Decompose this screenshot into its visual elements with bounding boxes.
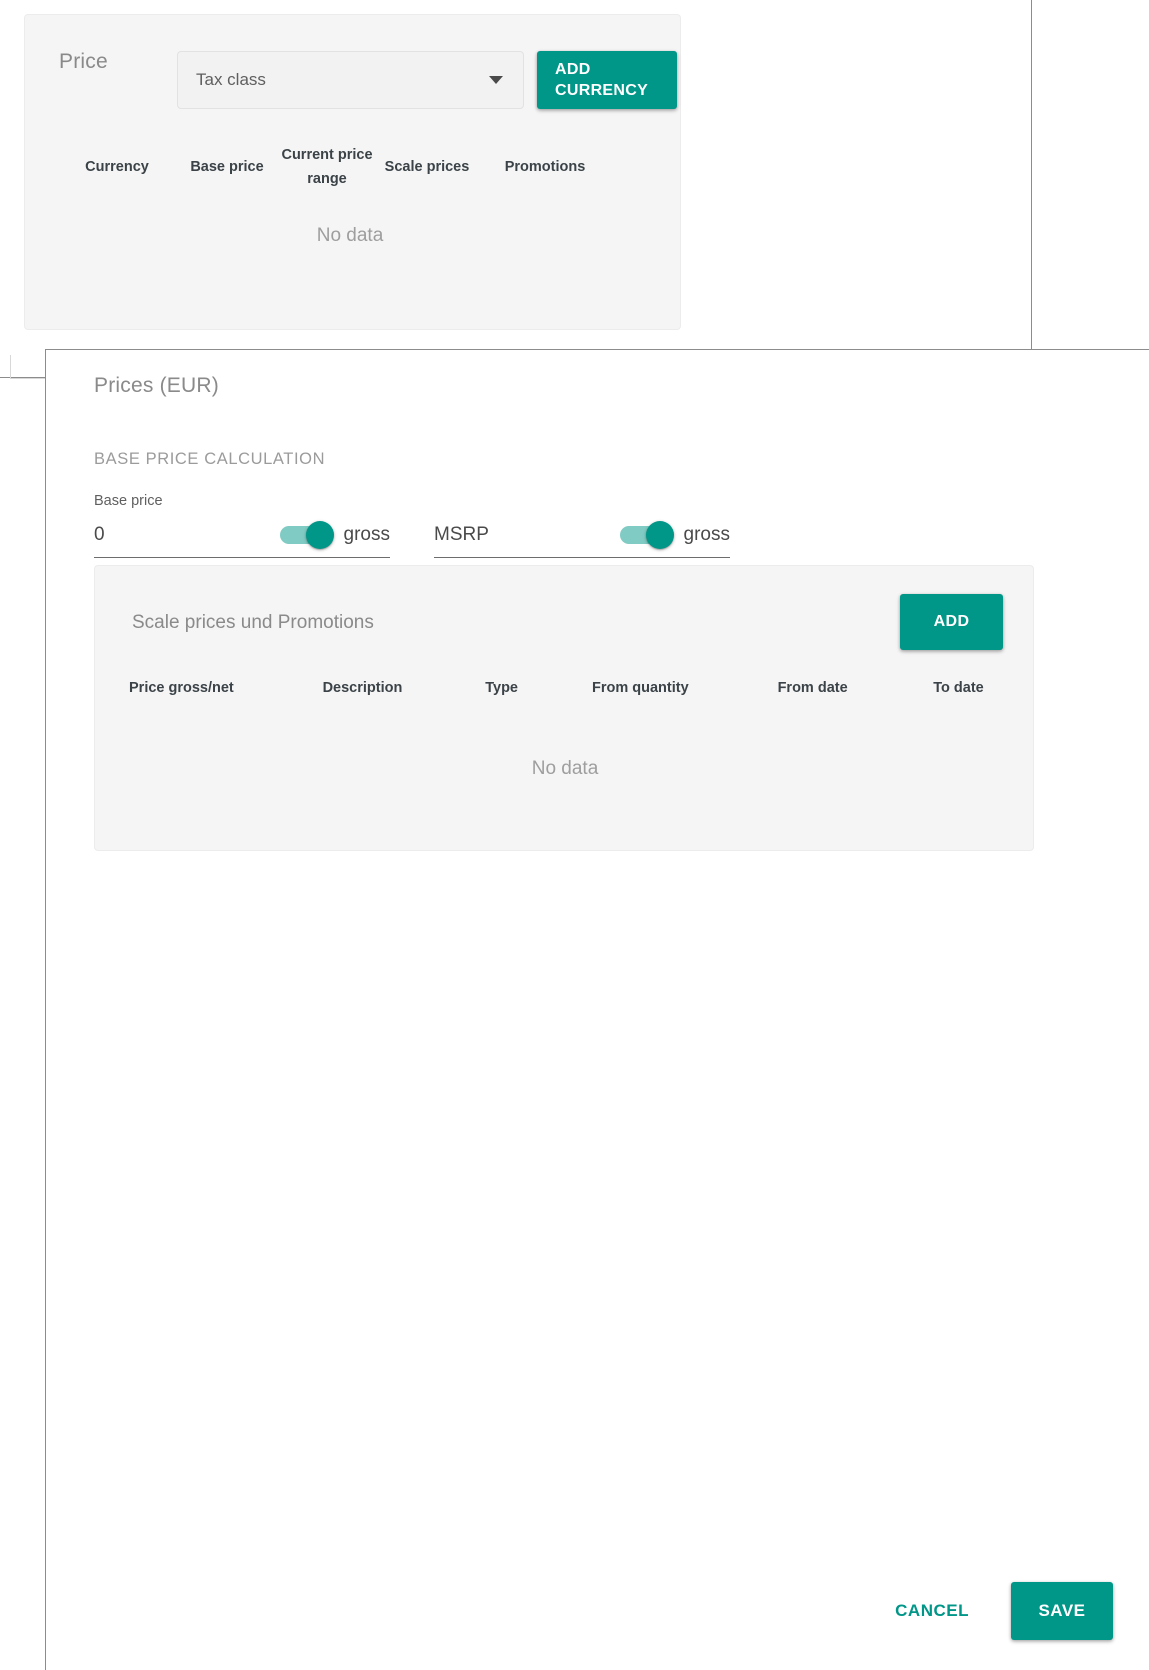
dialog-footer: CANCEL SAVE <box>46 1580 1149 1642</box>
column-header-from-quantity: From quantity <box>591 680 689 696</box>
base-price-gross-toggle[interactable] <box>279 521 334 549</box>
currency-table-empty-state: No data <box>316 225 384 246</box>
base-price-input[interactable]: 0 <box>94 524 280 546</box>
column-header-scale-prices: Scale prices <box>384 159 470 175</box>
section-heading-base-price-calculation: BASE PRICE CALCULATION <box>94 450 326 468</box>
column-header-description: Description <box>322 680 403 696</box>
toggle-thumb <box>645 521 674 549</box>
price-label: Price <box>59 50 108 73</box>
prices-dialog: Prices (EUR) BASE PRICE CALCULATION Base… <box>45 349 1149 1670</box>
base-price-toggle-label: gross <box>343 524 390 545</box>
save-button[interactable]: SAVE <box>1011 1582 1113 1640</box>
msrp-toggle-label: gross <box>683 524 730 545</box>
add-scale-price-button[interactable]: ADD <box>900 594 1003 650</box>
msrp-input[interactable]: MSRP <box>434 524 620 546</box>
scale-prices-card-title: Scale prices und Promotions <box>132 612 374 633</box>
base-price-field-group: 0 gross <box>94 513 390 558</box>
base-price-field-label: Base price <box>94 493 163 509</box>
scale-prices-table-empty-state: No data <box>531 758 599 779</box>
column-header-from-date: From date <box>777 680 848 696</box>
column-header-to-date: To date <box>933 680 984 696</box>
background-page: Price Tax class ADD CURRENCY Currency Ba… <box>0 0 1032 378</box>
add-currency-button[interactable]: ADD CURRENCY <box>537 51 677 109</box>
column-header-currency: Currency <box>85 159 149 175</box>
cancel-button[interactable]: CANCEL <box>877 1587 987 1635</box>
msrp-gross-toggle[interactable] <box>619 521 674 549</box>
msrp-field-group: MSRP gross <box>434 513 730 558</box>
column-header-type: Type <box>485 680 518 696</box>
toggle-thumb <box>305 521 334 549</box>
tax-class-select[interactable]: Tax class <box>177 51 524 109</box>
chevron-down-icon <box>489 76 503 84</box>
scale-prices-table-header: Price gross/net Description Type From qu… <box>95 680 1033 696</box>
scale-prices-card: Scale prices und Promotions ADD Price gr… <box>94 565 1034 851</box>
column-header-promotions: Promotions <box>504 159 586 175</box>
column-header-base-price: Base price <box>190 159 264 175</box>
currency-table-header: Currency Base price Current price range … <box>25 119 680 215</box>
currency-table: Currency Base price Current price range … <box>25 119 680 247</box>
dialog-title: Prices (EUR) <box>94 374 219 397</box>
panel-corner-artifact <box>10 355 46 379</box>
tax-class-value: Tax class <box>196 70 266 89</box>
column-header-current-price-range: Current price range <box>281 147 373 187</box>
price-panel: Price Tax class ADD CURRENCY Currency Ba… <box>24 14 681 330</box>
column-header-price-gross-net: Price gross/net <box>129 680 234 696</box>
